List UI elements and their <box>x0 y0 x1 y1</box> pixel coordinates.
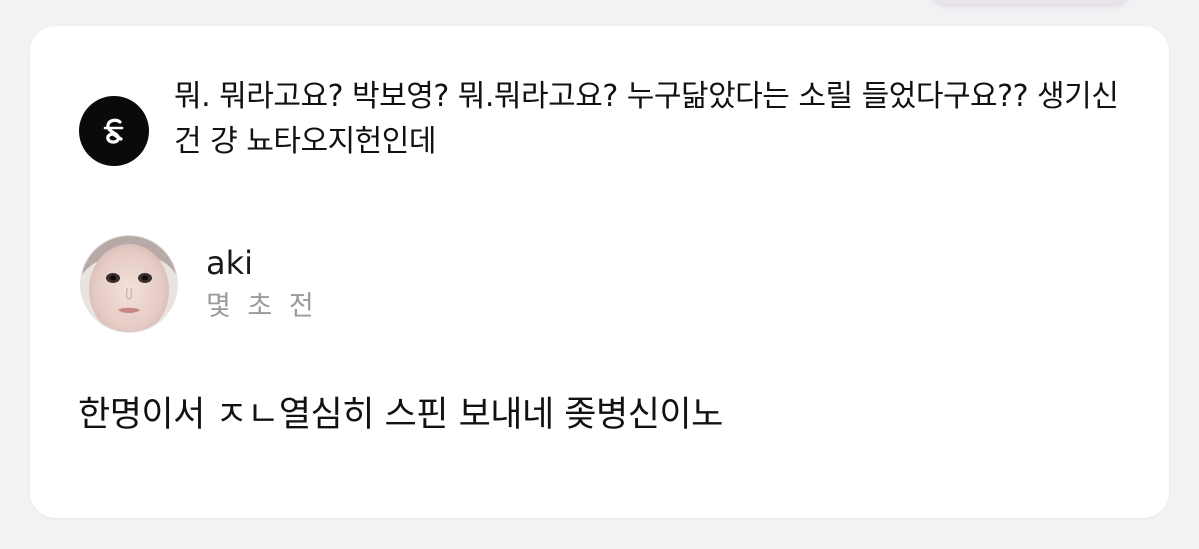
top-pill-button[interactable] <box>930 0 1130 4</box>
author-name[interactable]: aki <box>206 243 318 283</box>
comment-body: 한명이서 ㅈㄴ열심히 스핀 보내네 좆병신이노 <box>78 395 723 435</box>
comment-card: 뭐. 뭐라고요? 박보영? 뭐.뭐라고요? 누구닮았다는 소릴 들었다구요?? … <box>30 26 1169 518</box>
avatar[interactable] <box>80 235 178 333</box>
comment-timestamp: 몇 초 전 <box>206 291 318 322</box>
quoted-post: 뭐. 뭐라고요? 박보영? 뭐.뭐라고요? 누구닮았다는 소릴 들었다구요?? … <box>79 74 1149 166</box>
author-meta: aki 몇 초 전 <box>206 243 318 325</box>
ampersand-logo-icon <box>79 96 149 166</box>
quoted-post-text: 뭐. 뭐라고요? 박보영? 뭐.뭐라고요? 누구닮았다는 소릴 들었다구요?? … <box>174 79 1119 159</box>
comment-author: aki 몇 초 전 <box>80 235 318 333</box>
ampersand-glyph <box>103 118 124 144</box>
avatar-image <box>81 236 177 332</box>
